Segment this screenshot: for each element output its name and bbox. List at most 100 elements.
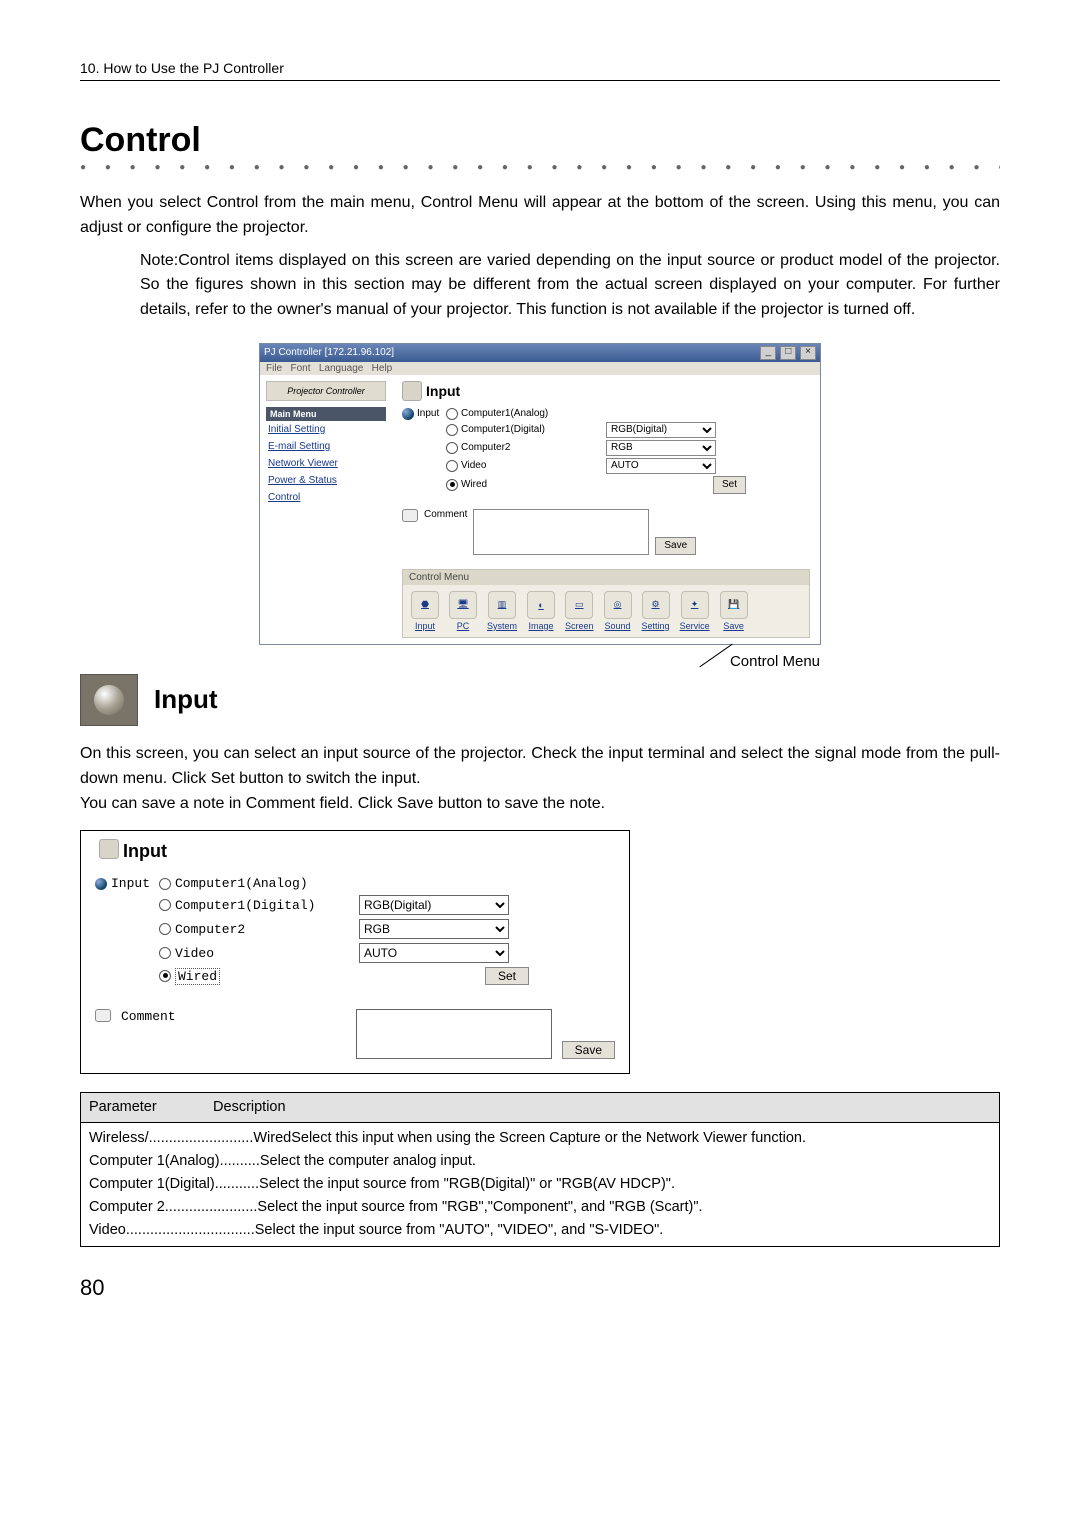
section-title: Control <box>80 121 1000 160</box>
page-number: 80 <box>80 1275 1000 1301</box>
save-button[interactable]: Save <box>562 1041 615 1059</box>
radio-label: Computer1(Analog) <box>175 876 308 891</box>
select-comp2[interactable]: RGB <box>359 919 509 939</box>
system-icon: ▥ <box>488 591 516 619</box>
sidebar-item-network[interactable]: Network Viewer <box>266 455 386 472</box>
radio-label: Video <box>175 946 214 961</box>
panel-title: Input <box>123 841 615 862</box>
input-panel: Input Input Computer1(Analog) Computer1(… <box>80 830 630 1074</box>
cm-setting[interactable]: ⚙Setting <box>642 591 670 631</box>
select-comp1d[interactable]: RGB(Digital) <box>359 895 509 915</box>
cm-system[interactable]: ▥System <box>487 591 517 631</box>
set-button[interactable]: Set <box>485 967 529 985</box>
window-menubar: File Font Language Help <box>260 362 820 375</box>
radio-wired[interactable] <box>159 970 171 982</box>
comment-icon <box>95 1009 111 1022</box>
radio-label: Wired <box>461 479 487 490</box>
main-pane: Input Input Computer1(Analog) Computer1(… <box>392 375 820 644</box>
input-icon <box>99 839 119 859</box>
cm-screen[interactable]: ▭Screen <box>565 591 594 631</box>
note-paragraph: Note:Control items displayed on this scr… <box>80 249 1000 323</box>
control-menu-callout: Control Menu <box>80 653 820 670</box>
select-comp2[interactable]: RGB <box>606 440 716 456</box>
sidebar-item-power[interactable]: Power & Status <box>266 472 386 489</box>
radio-comp2[interactable] <box>159 923 171 935</box>
setting-icon: ⚙ <box>642 591 670 619</box>
sound-icon: ◎ <box>604 591 632 619</box>
close-icon[interactable]: × <box>800 346 816 360</box>
chapter-header: 10. How to Use the PJ Controller <box>80 60 1000 81</box>
pc-icon: 🖥 <box>449 591 477 619</box>
radio-label: Computer2 <box>461 442 510 453</box>
divider-dots: ● ● ● ● ● ● ● ● ● ● ● ● ● ● ● ● ● ● ● ● … <box>80 162 1000 173</box>
input-description: On this screen, you can select an input … <box>80 742 1000 816</box>
set-button[interactable]: Set <box>713 476 746 494</box>
sidebar-item-control[interactable]: Control <box>266 489 386 506</box>
minimize-icon[interactable]: _ <box>760 346 776 360</box>
comment-icon <box>402 509 418 522</box>
table-row: Computer 1(Digital)...........Select the… <box>89 1173 991 1196</box>
image-icon: ◐ <box>527 591 555 619</box>
control-menu: Control Menu ⬣Input 🖥PC ▥System ◐Image ▭… <box>402 569 810 638</box>
menu-file[interactable]: File <box>266 363 282 374</box>
input-label: Input <box>417 408 439 419</box>
radio-comp1a[interactable] <box>446 408 458 420</box>
table-row: Computer 1(Analog)..........Select the c… <box>89 1150 991 1173</box>
select-comp1d[interactable]: RGB(Digital) <box>606 422 716 438</box>
sidebar-item-email[interactable]: E-mail Setting <box>266 438 386 455</box>
save-button[interactable]: Save <box>655 537 696 555</box>
cm-sound[interactable]: ◎Sound <box>604 591 632 631</box>
pj-controller-window: PJ Controller [172.21.96.102] _ □ × File… <box>259 343 821 645</box>
radio-label: Wired <box>175 968 220 985</box>
window-title: PJ Controller [172.21.96.102] <box>264 347 394 358</box>
select-video[interactable]: AUTO <box>606 458 716 474</box>
radio-comp1d[interactable] <box>446 424 458 436</box>
cm-input[interactable]: ⬣Input <box>411 591 439 631</box>
radio-label: Video <box>461 460 486 471</box>
menu-help[interactable]: Help <box>372 363 393 374</box>
input-label: Input <box>111 876 150 891</box>
menu-font[interactable]: Font <box>290 363 310 374</box>
control-menu-header: Control Menu <box>403 570 809 585</box>
globe-icon <box>95 878 107 890</box>
menu-language[interactable]: Language <box>319 363 364 374</box>
radio-comp1d[interactable] <box>159 899 171 911</box>
input-icon <box>402 381 422 401</box>
window-titlebar: PJ Controller [172.21.96.102] _ □ × <box>260 344 820 362</box>
service-icon: ✦ <box>681 591 709 619</box>
radio-label: Computer1(Analog) <box>461 408 548 419</box>
comment-textarea[interactable] <box>473 509 649 555</box>
input-section-icon <box>80 674 138 726</box>
maximize-icon[interactable]: □ <box>780 346 796 360</box>
select-video[interactable]: AUTO <box>359 943 509 963</box>
radio-wired[interactable] <box>446 479 458 491</box>
cm-service[interactable]: ✦Service <box>680 591 710 631</box>
sidebar-logo: Projector Controller <box>266 381 386 401</box>
radio-label: Computer1(Digital) <box>175 898 315 913</box>
radio-label: Computer1(Digital) <box>461 424 545 435</box>
table-header-description: Description <box>213 1099 286 1115</box>
comment-label: Comment <box>121 1009 176 1024</box>
pane-title: Input <box>426 383 810 399</box>
radio-comp2[interactable] <box>446 442 458 454</box>
save-icon: 💾 <box>720 591 748 619</box>
radio-video[interactable] <box>446 460 458 472</box>
radio-comp1a[interactable] <box>159 878 171 890</box>
comment-textarea[interactable] <box>356 1009 552 1059</box>
comment-label: Comment <box>424 509 467 520</box>
globe-icon <box>402 408 414 420</box>
table-row: Computer 2.......................Select … <box>89 1196 991 1219</box>
parameter-table: Parameter Description Wireless/.........… <box>80 1092 1000 1247</box>
sidebar-header: Main Menu <box>266 407 386 421</box>
cm-image[interactable]: ◐Image <box>527 591 555 631</box>
cm-save[interactable]: 💾Save <box>720 591 748 631</box>
table-header-parameter: Parameter <box>89 1097 209 1118</box>
radio-video[interactable] <box>159 947 171 959</box>
window-buttons: _ □ × <box>759 346 816 360</box>
radio-label: Computer2 <box>175 922 245 937</box>
screen-icon: ▭ <box>565 591 593 619</box>
intro-paragraph: When you select Control from the main me… <box>80 191 1000 241</box>
input-heading: Input <box>154 684 218 715</box>
cm-pc[interactable]: 🖥PC <box>449 591 477 631</box>
sidebar-item-initial[interactable]: Initial Setting <box>266 421 386 438</box>
